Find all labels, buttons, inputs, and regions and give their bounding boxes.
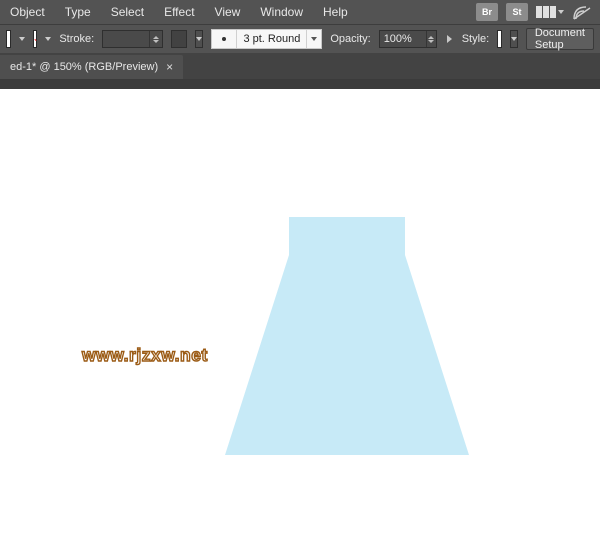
menu-select[interactable]: Select — [101, 0, 154, 24]
watermark-text: www.rjzxw.net — [82, 345, 208, 366]
bridge-button[interactable]: Br — [476, 3, 498, 21]
stroke-label: Stroke: — [59, 33, 94, 45]
brush-definition-select[interactable]: 3 pt. Round — [211, 29, 322, 49]
stroke-weight-stepper[interactable] — [102, 30, 163, 48]
stepper-arrows[interactable] — [426, 31, 436, 47]
stock-button[interactable]: St — [506, 3, 528, 21]
stroke-weight-input[interactable] — [103, 33, 149, 45]
brush-preview-icon — [212, 30, 237, 48]
gpu-preview-icon[interactable] — [572, 3, 594, 21]
workspace: www.rjzxw.net — [0, 79, 600, 544]
vector-polygon — [225, 217, 469, 455]
vector-shape[interactable] — [225, 217, 469, 457]
menu-effect[interactable]: Effect — [154, 0, 204, 24]
fill-swatch-dropdown-icon[interactable] — [19, 37, 25, 41]
menu-type[interactable]: Type — [55, 0, 101, 24]
close-icon[interactable]: × — [166, 60, 173, 74]
chevron-down-icon — [558, 10, 564, 14]
menu-object[interactable]: Object — [0, 0, 55, 24]
stepper-arrows[interactable] — [149, 31, 162, 47]
stroke-swatch[interactable] — [33, 30, 38, 48]
variable-width-profile[interactable] — [171, 30, 187, 48]
control-bar: Stroke: 3 pt. Round Opacity: Style: Docu… — [0, 24, 600, 53]
graphic-style-dropdown[interactable] — [510, 30, 518, 48]
variable-width-dropdown[interactable] — [195, 30, 203, 48]
style-label: Style: — [462, 33, 490, 45]
document-tab-title: ed-1* @ 150% (RGB/Preview) — [10, 61, 158, 73]
opacity-stepper[interactable] — [379, 30, 437, 48]
menu-help[interactable]: Help — [313, 0, 358, 24]
menubar: Object Type Select Effect View Window He… — [0, 0, 600, 24]
fill-swatch[interactable] — [6, 30, 11, 48]
menubar-right-tools: Br St — [476, 3, 600, 21]
arrange-documents-button[interactable] — [536, 6, 564, 18]
menu-view[interactable]: View — [205, 0, 251, 24]
opacity-input[interactable] — [380, 33, 426, 45]
document-setup-button[interactable]: Document Setup — [526, 28, 594, 50]
graphic-style-swatch[interactable] — [497, 30, 502, 48]
artboard[interactable]: www.rjzxw.net — [0, 89, 600, 544]
document-tab-bar: ed-1* @ 150% (RGB/Preview) × — [0, 53, 600, 79]
brush-dropdown-icon[interactable] — [306, 30, 321, 48]
menu-window[interactable]: Window — [250, 0, 313, 24]
expand-panel-icon[interactable] — [447, 35, 452, 43]
brush-definition-label: 3 pt. Round — [237, 33, 306, 45]
stroke-swatch-dropdown-icon[interactable] — [45, 37, 51, 41]
opacity-label: Opacity: — [330, 33, 370, 45]
document-tab[interactable]: ed-1* @ 150% (RGB/Preview) × — [0, 55, 183, 79]
